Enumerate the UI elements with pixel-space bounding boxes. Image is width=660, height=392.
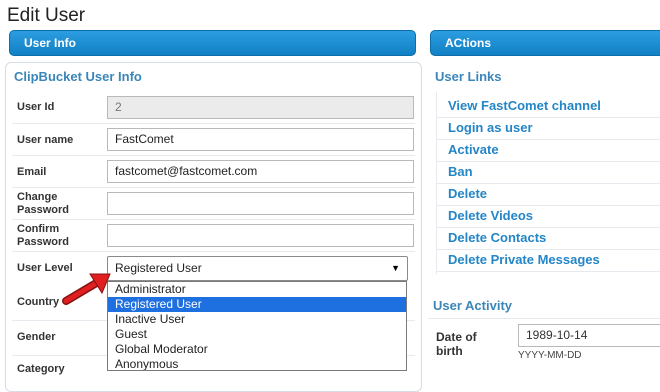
link-login-as-user[interactable]: Login as user	[448, 120, 533, 136]
option-anonymous[interactable]: Anonymous	[108, 357, 406, 370]
confirm-password-label: Confirm Password	[17, 223, 69, 248]
chevron-down-icon[interactable]: ▼	[391, 257, 400, 280]
divider	[436, 205, 660, 206]
link-activate[interactable]: Activate	[448, 142, 499, 158]
user-level-select[interactable]: Registered User ▼	[107, 256, 408, 281]
option-administrator[interactable]: Administrator	[108, 282, 406, 297]
tab-user-info[interactable]: User Info	[9, 30, 416, 56]
link-delete[interactable]: Delete	[448, 186, 487, 202]
user-info-legend: ClipBucket User Info	[11, 69, 145, 84]
link-delete-private-messages[interactable]: Delete Private Messages	[448, 252, 600, 268]
dob-label: Date of birth	[436, 330, 477, 358]
user-links-legend: User Links	[432, 69, 505, 84]
divider	[436, 161, 660, 162]
red-arrow-icon	[62, 273, 111, 305]
email-label: Email	[17, 166, 47, 178]
divider	[12, 155, 415, 156]
option-inactive-user[interactable]: Inactive User	[108, 312, 406, 327]
divider	[12, 219, 415, 220]
gender-label: Gender	[17, 331, 56, 343]
link-delete-videos[interactable]: Delete Videos	[448, 208, 533, 224]
divider	[12, 251, 415, 252]
link-view-channel[interactable]: View FastComet channel	[448, 98, 601, 114]
user-name-field[interactable]: FastComet	[107, 128, 414, 151]
user-level-dropdown[interactable]: Administrator Registered User Inactive U…	[107, 281, 407, 371]
divider	[436, 227, 660, 228]
email-field[interactable]: fastcomet@fastcomet.com	[107, 160, 414, 183]
user-activity-legend: User Activity	[430, 298, 515, 313]
link-ban[interactable]: Ban	[448, 164, 473, 180]
divider	[436, 271, 660, 272]
divider	[436, 183, 660, 184]
divider	[436, 139, 660, 140]
divider	[428, 318, 660, 319]
page-title: Edit User	[7, 5, 86, 26]
country-label: Country	[17, 296, 60, 308]
user-name-label: User name	[17, 134, 74, 146]
divider	[12, 187, 415, 188]
tab-actions[interactable]: ACtions	[430, 30, 660, 56]
option-registered-user[interactable]: Registered User	[108, 297, 406, 312]
dob-field[interactable]: 1989-10-14	[518, 324, 660, 347]
change-password-label: Change Password	[17, 191, 69, 216]
confirm-password-field[interactable]	[107, 224, 414, 247]
category-label: Category	[17, 363, 65, 375]
user-id-label: User Id	[17, 101, 55, 113]
divider	[436, 249, 660, 250]
user-level-selected: Registered User	[115, 261, 202, 275]
option-global-moderator[interactable]: Global Moderator	[108, 342, 406, 357]
user-id-field: 2	[107, 96, 414, 119]
divider	[12, 123, 415, 124]
option-guest[interactable]: Guest	[108, 327, 406, 342]
dob-format-hint: YYYY-MM-DD	[518, 350, 582, 361]
divider	[436, 117, 660, 118]
change-password-field[interactable]	[107, 192, 414, 215]
link-delete-contacts[interactable]: Delete Contacts	[448, 230, 546, 246]
